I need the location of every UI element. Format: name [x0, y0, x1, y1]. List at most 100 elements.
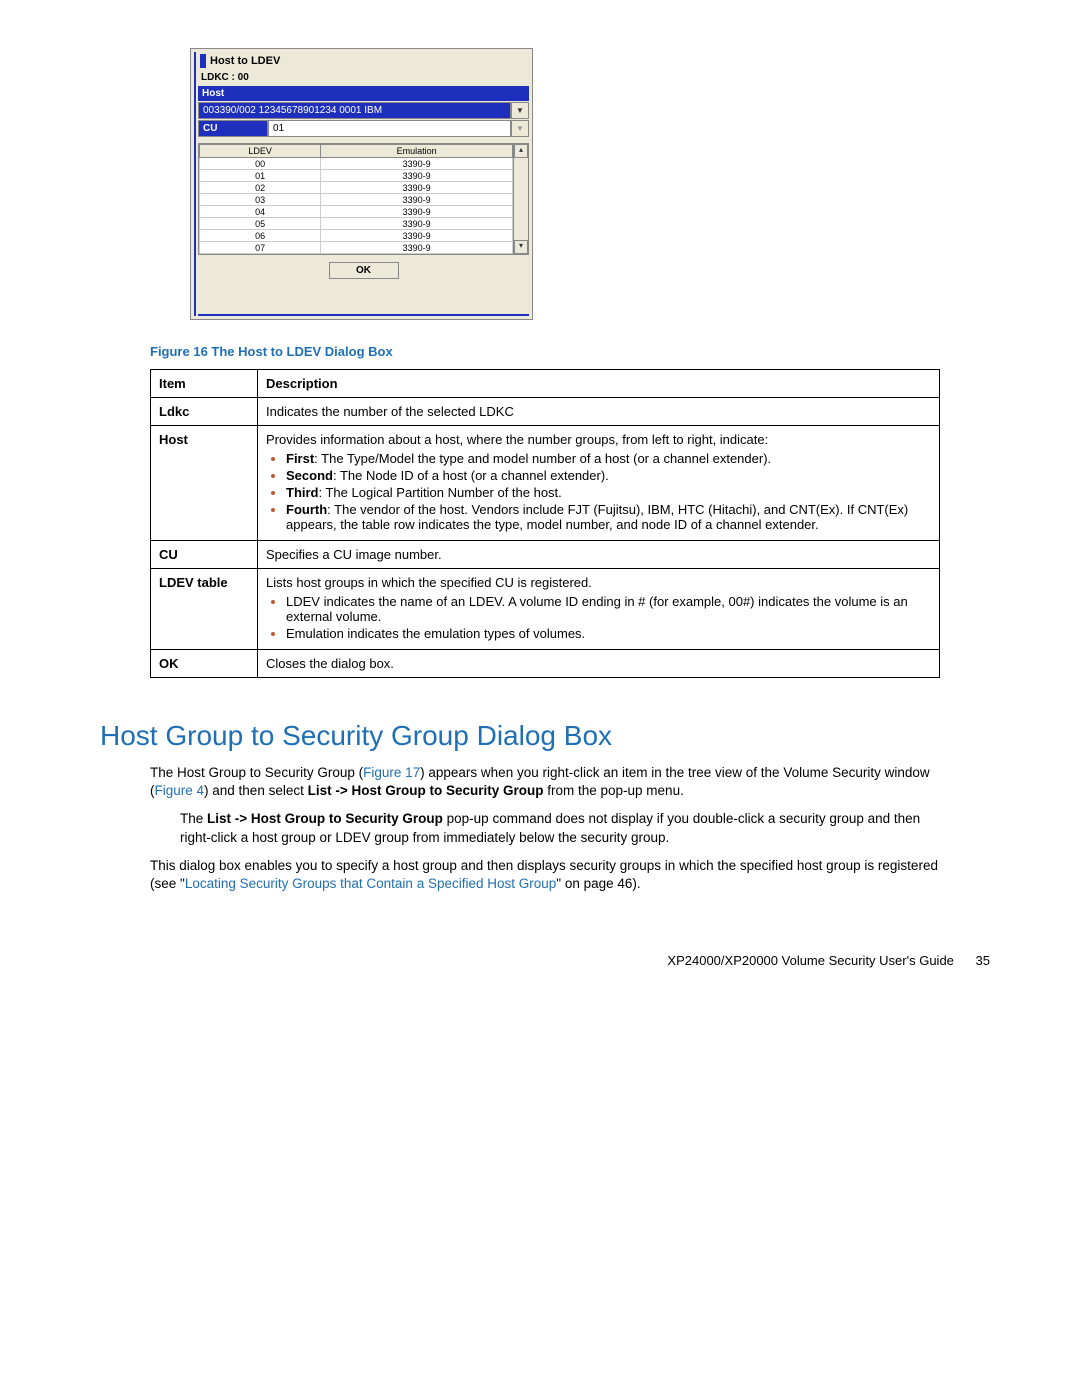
p2-pre: The: [180, 811, 207, 826]
desc-ldkc: Indicates the number of the selected LDK…: [258, 398, 940, 426]
scroll-up-icon[interactable]: ▴: [514, 144, 528, 158]
ldev-cell: 01: [200, 170, 321, 182]
ldev-scrollbar[interactable]: ▴ ▾: [513, 144, 528, 254]
emul-cell: 3390-9: [321, 170, 513, 182]
emul-cell: 3390-9: [321, 182, 513, 194]
desc-row-host: Host Provides information about a host, …: [151, 426, 940, 541]
dialog-button-row: OK: [198, 255, 529, 311]
host-list: First: The Type/Model the type and model…: [266, 451, 931, 532]
title-accent: [200, 54, 206, 68]
table-row[interactable]: 023390-9: [200, 182, 513, 194]
list-item: Second: The Node ID of a host (or a chan…: [286, 468, 931, 483]
list-item: Fourth: The vendor of the host. Vendors …: [286, 502, 931, 532]
dialog-titlebar: Host to LDEV: [198, 52, 529, 70]
link-figure-17[interactable]: Figure 17: [363, 765, 420, 780]
th-description: Description: [258, 370, 940, 398]
host-dropdown-button[interactable]: ▼: [511, 102, 529, 119]
ldev-cell: 02: [200, 182, 321, 194]
emulation-col-header: Emulation: [321, 145, 513, 158]
host-value: 003390/002 12345678901234 0001 IBM: [198, 102, 511, 119]
ldev-cell: 05: [200, 218, 321, 230]
desc-row-cu: CU Specifies a CU image number.: [151, 541, 940, 569]
ldev-cell: 04: [200, 206, 321, 218]
emul-cell: 3390-9: [321, 230, 513, 242]
ldev-table: LDEV Emulation 003390-9 013390-9 023390-…: [199, 144, 513, 254]
p2-bold: List -> Host Group to Security Group: [207, 811, 443, 826]
ldev-list: LDEV indicates the name of an LDEV. A vo…: [266, 594, 931, 641]
table-row[interactable]: 013390-9: [200, 170, 513, 182]
ldev-prefix: LDEV: [159, 575, 194, 590]
p1-mid2: ) and then select: [204, 783, 308, 798]
desc-ok: Closes the dialog box.: [258, 650, 940, 678]
link-locating-security-groups[interactable]: Locating Security Groups that Contain a …: [185, 876, 556, 891]
ldev-cell: 06: [200, 230, 321, 242]
third-label: Third: [286, 485, 319, 500]
footer-title: XP24000/XP20000 Volume Security User's G…: [667, 953, 953, 968]
p1-end: from the pop-up menu.: [544, 783, 684, 798]
cu-row: CU 01 ▼: [198, 120, 529, 137]
table-row[interactable]: 003390-9: [200, 158, 513, 170]
host-select-row: 003390/002 12345678901234 0001 IBM ▼: [198, 102, 529, 119]
desc-cu: Specifies a CU image number.: [258, 541, 940, 569]
fourth-rest: : The vendor of the host. Vendors includ…: [286, 502, 908, 532]
first-label: First: [286, 451, 314, 466]
section-heading: Host Group to Security Group Dialog Box: [100, 720, 980, 752]
emul-cell: 3390-9: [321, 194, 513, 206]
desc-host: Provides information about a host, where…: [258, 426, 940, 541]
ldev-table-wrap: LDEV Emulation 003390-9 013390-9 023390-…: [198, 143, 529, 255]
third-rest: : The Logical Partition Number of the ho…: [319, 485, 562, 500]
para-3: This dialog box enables you to specify a…: [150, 857, 940, 893]
host-to-ldev-dialog: Host to LDEV LDKC : 00 Host 003390/002 1…: [190, 48, 533, 320]
ldev-intro: Lists host groups in which the specified…: [266, 575, 592, 590]
ldev-cell: 00: [200, 158, 321, 170]
p3-end: " on page 46).: [556, 876, 640, 891]
table-row[interactable]: 053390-9: [200, 218, 513, 230]
table-row[interactable]: 043390-9: [200, 206, 513, 218]
desc-ldev-table: Lists host groups in which the specified…: [258, 569, 940, 650]
chevron-down-icon: ▼: [516, 106, 524, 115]
p1-bold: List -> Host Group to Security Group: [308, 783, 544, 798]
cu-value: 01: [268, 120, 511, 137]
table-row[interactable]: 073390-9: [200, 242, 513, 254]
ldev-suffix: table: [194, 575, 228, 590]
ldev-cell: 07: [200, 242, 321, 254]
emul-cell: 3390-9: [321, 206, 513, 218]
description-table: Item Description Ldkc Indicates the numb…: [150, 369, 940, 678]
emul-cell: 3390-9: [321, 218, 513, 230]
ok-button[interactable]: OK: [329, 262, 399, 279]
ldkc-label: LDKC : 00: [198, 70, 529, 85]
table-row[interactable]: 033390-9: [200, 194, 513, 206]
fourth-label: Fourth: [286, 502, 327, 517]
table-row[interactable]: 063390-9: [200, 230, 513, 242]
chevron-down-icon-disabled: ▼: [516, 124, 524, 133]
cu-section-header: CU: [198, 120, 268, 137]
para-1: The Host Group to Security Group (Figure…: [150, 764, 940, 800]
desc-row-ldkc: Ldkc Indicates the number of the selecte…: [151, 398, 940, 426]
item-ldkc: Ldkc: [151, 398, 258, 426]
link-figure-4[interactable]: Figure 4: [155, 783, 205, 798]
host-section-header: Host: [198, 86, 529, 101]
p1-pre: The Host Group to Security Group (: [150, 765, 363, 780]
second-label: Second: [286, 468, 333, 483]
ldev-cell: 03: [200, 194, 321, 206]
list-item: Third: The Logical Partition Number of t…: [286, 485, 931, 500]
list-item: LDEV indicates the name of an LDEV. A vo…: [286, 594, 931, 624]
item-cu: CU: [151, 541, 258, 569]
item-host: Host: [151, 426, 258, 541]
th-item: Item: [151, 370, 258, 398]
emul-cell: 3390-9: [321, 158, 513, 170]
second-rest: : The Node ID of a host (or a channel ex…: [333, 468, 609, 483]
dialog-inner: Host to LDEV LDKC : 00 Host 003390/002 1…: [194, 52, 529, 316]
desc-row-ok: OK Closes the dialog box.: [151, 650, 940, 678]
dialog-title: Host to LDEV: [210, 55, 280, 67]
scroll-down-icon[interactable]: ▾: [514, 240, 528, 254]
figure-caption: Figure 16 The Host to LDEV Dialog Box: [150, 344, 980, 359]
list-item: First: The Type/Model the type and model…: [286, 451, 931, 466]
cu-dropdown-button[interactable]: ▼: [511, 120, 529, 137]
host-intro: Provides information about a host, where…: [266, 432, 768, 447]
page-footer: XP24000/XP20000 Volume Security User's G…: [150, 953, 990, 968]
para-2: The List -> Host Group to Security Group…: [180, 810, 940, 846]
item-ldev-table: LDEV table: [151, 569, 258, 650]
ldev-col-header: LDEV: [200, 145, 321, 158]
dialog-bottom-accent: [198, 314, 529, 316]
